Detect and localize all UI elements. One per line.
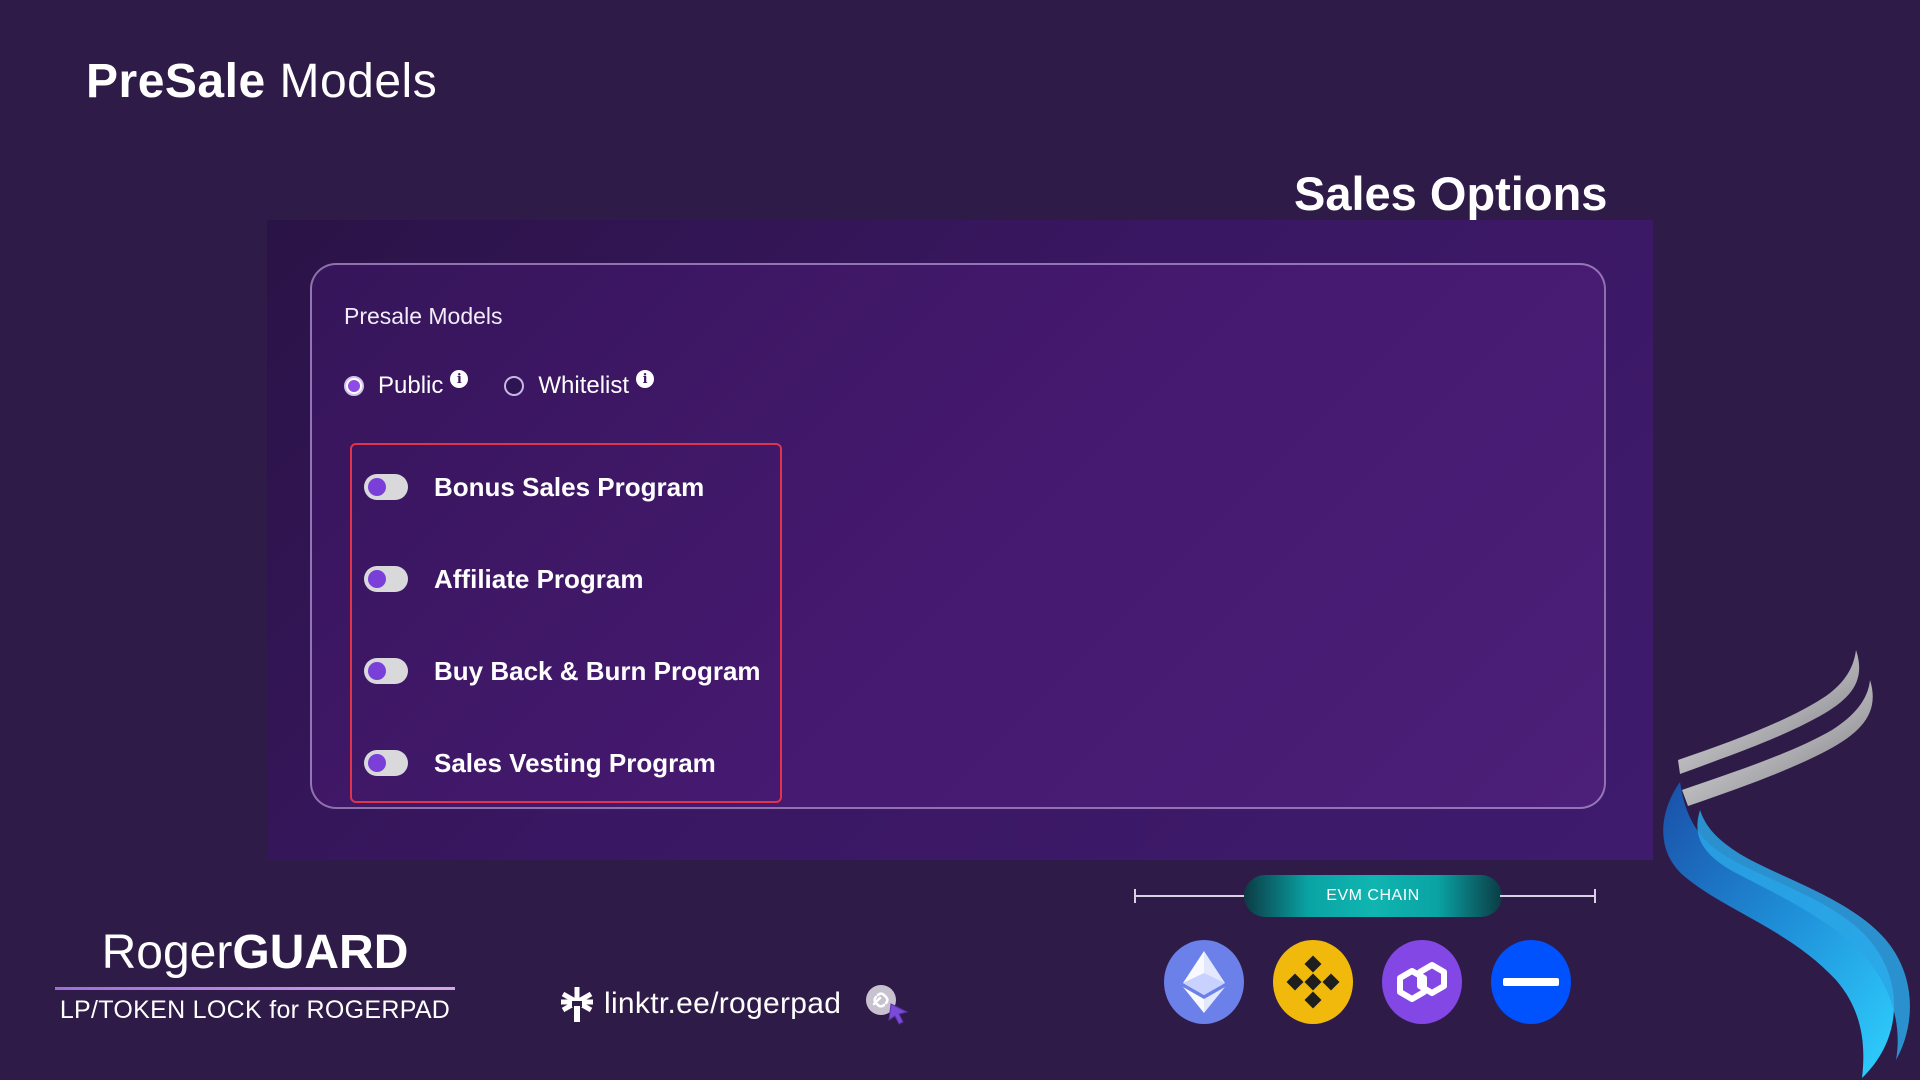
toggle-switch[interactable] xyxy=(364,474,408,500)
rogerpad-logo-swoosh xyxy=(1663,650,1910,1078)
sales-options-heading: Sales Options xyxy=(1294,167,1608,220)
page-title: PreSale Models xyxy=(86,52,437,112)
program-label: Sales Vesting Program xyxy=(434,747,716,778)
ethereum-icon xyxy=(1164,940,1244,1024)
program-label: Bonus Sales Program xyxy=(434,471,705,502)
program-item-buyback-burn[interactable]: Buy Back & Burn Program xyxy=(364,651,761,691)
radio-button-whitelist[interactable] xyxy=(504,376,525,396)
toggle-switch[interactable] xyxy=(364,750,408,776)
programs-highlight-box: Bonus Sales Program Affiliate Program Bu… xyxy=(350,443,782,803)
brand-name-bold: GUARD xyxy=(232,926,409,979)
presale-model-radio-group: Public i Whitelist i xyxy=(344,370,690,401)
program-label: Affiliate Program xyxy=(434,563,644,594)
info-icon[interactable]: i xyxy=(450,370,469,388)
page-title-bold: PreSale xyxy=(86,55,266,108)
radio-button-public[interactable] xyxy=(344,376,364,396)
toggle-knob xyxy=(368,478,386,496)
toggle-knob xyxy=(368,662,386,680)
link-cursor-icon xyxy=(866,985,909,1025)
link-text[interactable]: linktr.ee/rogerpad xyxy=(604,987,841,1021)
evm-line-right xyxy=(1500,895,1596,897)
evm-line-cap-right xyxy=(1594,889,1596,903)
program-item-sales-vesting[interactable]: Sales Vesting Program xyxy=(364,743,716,783)
evm-line-left xyxy=(1134,895,1246,897)
evm-chain-badge: EVM CHAIN xyxy=(1244,875,1502,917)
toggle-knob xyxy=(368,754,386,772)
presale-models-card: Presale Models Public i Whitelist i Bonu… xyxy=(310,263,1606,809)
program-label: Buy Back & Burn Program xyxy=(434,655,761,686)
program-item-affiliate[interactable]: Affiliate Program xyxy=(364,559,644,599)
toggle-switch[interactable] xyxy=(364,566,408,592)
toggle-switch[interactable] xyxy=(364,658,408,684)
polygon-icon xyxy=(1382,940,1462,1024)
toggle-knob xyxy=(368,570,386,588)
radio-option-public[interactable]: Public i xyxy=(344,370,469,400)
info-icon[interactable]: i xyxy=(636,370,655,388)
binance-icon xyxy=(1273,940,1353,1024)
brand-block: RogerGUARD LP/TOKEN LOCK for ROGERPAD xyxy=(55,925,455,1025)
page-title-light: Models xyxy=(279,55,438,108)
chain-minus-icon xyxy=(1491,940,1571,1024)
radio-option-whitelist[interactable]: Whitelist i xyxy=(504,370,655,400)
brand-divider xyxy=(55,987,455,990)
linktree-icon xyxy=(561,987,593,1022)
program-item-bonus-sales[interactable]: Bonus Sales Program xyxy=(364,467,704,507)
linktree-link[interactable]: linktr.ee/rogerpad xyxy=(560,982,911,1026)
slide: PreSale Models Sales Options Presale Mod… xyxy=(0,0,1920,1080)
radio-label-whitelist: Whitelist xyxy=(538,372,630,399)
brand-tagline: LP/TOKEN LOCK for ROGERPAD xyxy=(59,996,451,1024)
brand-name-light: Roger xyxy=(101,926,233,979)
brand-logo-text: RogerGUARD xyxy=(55,925,455,981)
card-title: Presale Models xyxy=(344,303,503,329)
radio-label-public: Public xyxy=(378,372,444,399)
